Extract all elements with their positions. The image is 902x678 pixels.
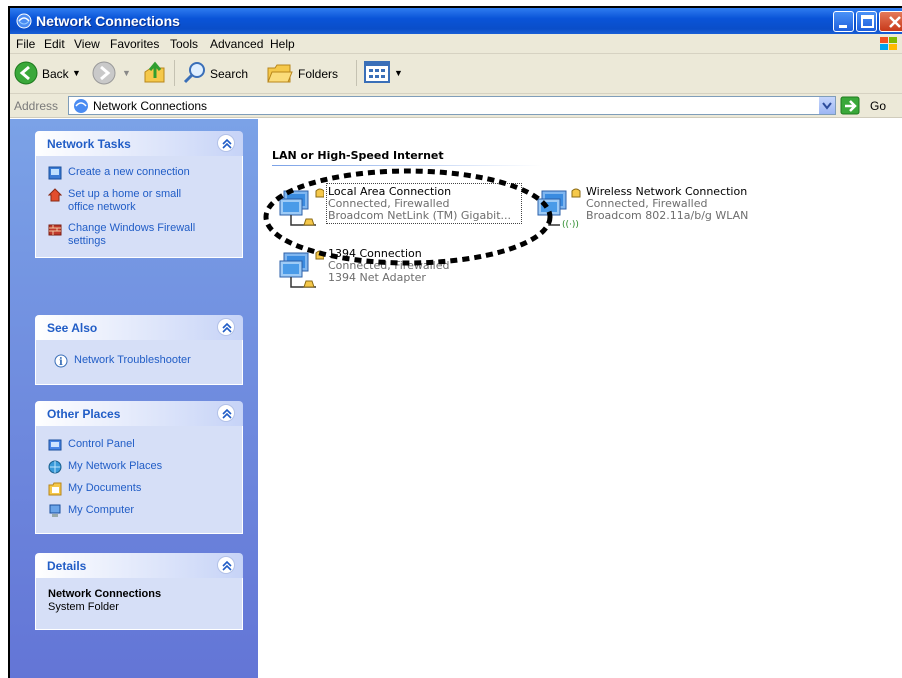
computer-icon xyxy=(49,504,61,517)
address-dropdown-button[interactable] xyxy=(818,97,835,114)
views-dropdown-icon[interactable]: ▼ xyxy=(394,68,403,78)
panel-title: Other Places xyxy=(47,407,121,421)
views-button[interactable]: ▼ xyxy=(364,58,408,88)
panel-body: i Network Troubleshooter xyxy=(35,340,243,385)
network-connections-icon xyxy=(74,99,88,113)
network-connections-icon xyxy=(16,13,32,29)
menu-edit[interactable]: Edit xyxy=(44,37,65,51)
forward-button[interactable]: ▼ xyxy=(92,58,134,88)
back-dropdown-icon[interactable]: ▼ xyxy=(72,68,81,78)
svg-text:i: i xyxy=(59,357,63,368)
go-arrow-icon xyxy=(840,96,860,115)
back-label: Back xyxy=(42,67,69,81)
new-connection-icon xyxy=(48,166,62,180)
address-input[interactable]: Network Connections xyxy=(68,96,836,115)
menu-file[interactable]: File xyxy=(16,37,35,51)
double-chevron-up-icon xyxy=(222,322,232,333)
forward-dropdown-icon[interactable]: ▼ xyxy=(122,68,131,78)
connections-view: LAN or High-Speed Internet Local Area Co… xyxy=(258,119,902,678)
go-button[interactable] xyxy=(840,96,860,118)
firewall-icon xyxy=(48,224,62,236)
network-places-icon xyxy=(48,460,62,474)
up-folder-button[interactable] xyxy=(142,58,170,88)
panel-title: See Also xyxy=(47,321,98,335)
search-label: Search xyxy=(210,67,249,81)
back-arrow-icon xyxy=(14,61,38,85)
title-bar: Network Connections xyxy=(10,8,902,34)
folders-button[interactable]: Folders xyxy=(266,58,350,88)
details-panel: Details Network Connections System Folde… xyxy=(35,553,243,630)
maximize-icon xyxy=(861,15,874,28)
toolbar: Back ▼ ▼ Search Folders ▼ xyxy=(10,54,902,94)
forward-arrow-icon xyxy=(92,61,116,85)
network-tasks-header[interactable]: Network Tasks xyxy=(35,131,243,156)
connection-device: 1394 Net Adapter xyxy=(328,271,426,284)
search-button[interactable]: Search xyxy=(182,58,262,88)
details-type: System Folder xyxy=(48,601,119,613)
panel-body: Network Connections System Folder xyxy=(35,578,243,630)
folders-label: Folders xyxy=(298,67,339,81)
collapse-button[interactable] xyxy=(217,404,235,422)
documents-icon xyxy=(48,482,62,496)
see-also-panel: See Also i Network Troubleshooter xyxy=(35,315,243,385)
folders-icon xyxy=(267,64,293,83)
back-button[interactable]: Back ▼ xyxy=(14,58,86,88)
connection-wireless[interactable]: ((·)) Wireless Network Connection Connec… xyxy=(534,185,754,230)
minimize-button[interactable] xyxy=(833,11,854,32)
see-also-header[interactable]: See Also xyxy=(35,315,243,340)
group-header: LAN or High-Speed Internet xyxy=(272,149,444,162)
details-name: Network Connections xyxy=(48,588,162,600)
double-chevron-up-icon xyxy=(222,138,232,149)
up-folder-icon xyxy=(144,61,165,83)
views-icon xyxy=(364,61,390,83)
address-label: Address xyxy=(14,99,59,113)
chevron-down-icon xyxy=(822,102,832,110)
lan-icon xyxy=(279,250,324,288)
panel-title: Network Tasks xyxy=(47,137,131,151)
lan-icon xyxy=(279,188,324,226)
close-button[interactable] xyxy=(879,11,902,32)
control-panel-icon xyxy=(48,439,62,451)
info-icon: i xyxy=(54,354,68,368)
network-tasks-panel: Network Tasks Create a new connection Se… xyxy=(35,131,243,258)
menu-favorites[interactable]: Favorites xyxy=(110,37,159,51)
home-network-icon xyxy=(48,188,62,202)
collapse-button[interactable] xyxy=(217,556,235,574)
panel-body: Control Panel My Network Places My Docum… xyxy=(35,426,243,534)
address-value: Network Connections xyxy=(93,99,208,113)
menu-bar: File Edit View Favorites Tools Advanced … xyxy=(10,34,902,54)
address-bar: Address Network Connections Go xyxy=(10,94,902,118)
toolbar-separator xyxy=(174,60,175,86)
connection-1394[interactable]: 1394 Connection Connected, Firewalled 13… xyxy=(276,247,496,291)
collapse-button[interactable] xyxy=(217,318,235,336)
minimize-icon xyxy=(839,25,847,28)
svg-text:((·)): ((·)) xyxy=(562,220,579,230)
other-places-header[interactable]: Other Places xyxy=(35,401,243,426)
window-title: Network Connections xyxy=(36,13,180,29)
maximize-button[interactable] xyxy=(856,11,877,32)
task-pane: Network Tasks Create a new connection Se… xyxy=(10,119,258,678)
menu-tools[interactable]: Tools xyxy=(170,37,198,51)
panel-title: Details xyxy=(47,559,87,573)
windows-logo-icon xyxy=(880,37,897,50)
go-label[interactable]: Go xyxy=(870,99,886,113)
double-chevron-up-icon xyxy=(222,560,232,571)
wireless-icon: ((·)) xyxy=(537,188,581,230)
menu-advanced[interactable]: Advanced xyxy=(210,37,263,51)
toolbar-separator xyxy=(356,60,357,86)
explorer-window: Network Connections File Edit View Favor… xyxy=(8,6,902,678)
connection-local-area[interactable]: Local Area Connection Connected, Firewal… xyxy=(276,183,526,229)
menu-help[interactable]: Help xyxy=(270,37,295,51)
details-header[interactable]: Details xyxy=(35,553,243,578)
panel-body: Create a new connection Set up a home or… xyxy=(35,156,243,258)
group-divider xyxy=(272,165,542,166)
connection-device: Broadcom 802.11a/b/g WLAN xyxy=(586,209,749,222)
other-places-panel: Other Places Control Panel My Network Pl… xyxy=(35,401,243,534)
collapse-button[interactable] xyxy=(217,134,235,152)
search-icon xyxy=(183,62,205,84)
double-chevron-up-icon xyxy=(222,408,232,419)
close-icon xyxy=(889,16,901,28)
menu-view[interactable]: View xyxy=(74,37,100,51)
selection-focus-outline xyxy=(326,183,522,224)
